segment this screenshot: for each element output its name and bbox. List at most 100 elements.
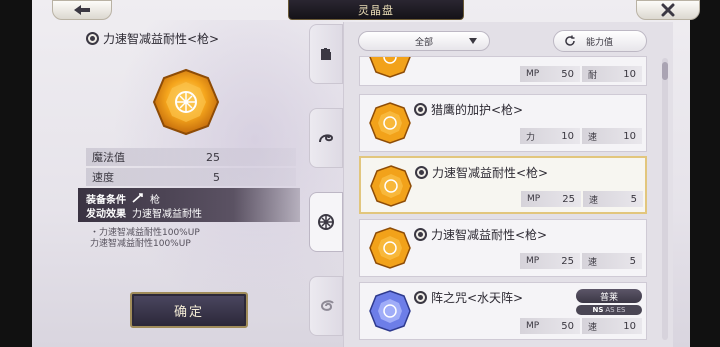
stat-num: 10 bbox=[623, 320, 636, 332]
stat-cell: MP 50 bbox=[520, 318, 580, 334]
filter-dropdown[interactable]: 全部 bbox=[358, 31, 490, 51]
filter-selected-value: 全部 bbox=[414, 37, 433, 48]
item-name-text: 猎鹰的加护<枪> bbox=[431, 103, 524, 117]
crest-icon bbox=[414, 291, 427, 304]
stat-key: 速 bbox=[588, 132, 598, 143]
item-name-text: 力速智减益耐性<枪> bbox=[432, 166, 549, 180]
stat-key: 速 bbox=[588, 322, 598, 333]
list-scrollbar[interactable] bbox=[662, 58, 668, 340]
crest-icon bbox=[415, 166, 428, 179]
stat-value: 25 bbox=[206, 150, 220, 164]
amber-gem-icon bbox=[369, 102, 411, 144]
amber-gem-icon bbox=[369, 57, 411, 78]
equip-condition-row: 装备条件 枪 bbox=[86, 191, 292, 206]
stat-num: 5 bbox=[630, 193, 637, 205]
rarity-badge: 普莱 bbox=[576, 289, 642, 303]
detail-title: 力速智减益耐性<枪> bbox=[86, 30, 219, 47]
left-frame bbox=[0, 0, 32, 347]
stat-key: MP bbox=[526, 69, 540, 79]
back-arrow-icon bbox=[74, 5, 90, 15]
stat-key: MP bbox=[526, 256, 540, 266]
amber-gem-icon bbox=[369, 227, 411, 269]
activate-effect-row: 发动效果 力速智减益耐性 bbox=[86, 205, 292, 220]
tab-swirl[interactable] bbox=[309, 276, 343, 336]
stat-num: 50 bbox=[561, 320, 574, 332]
effect-notes: ・力速智减益耐性100%UP 力速智减益耐性100%UP bbox=[90, 228, 200, 250]
stat-cell: 速 10 bbox=[582, 318, 642, 334]
scroll-thumb[interactable] bbox=[662, 62, 668, 80]
type-tag: AS bbox=[605, 306, 615, 314]
list-item[interactable]: 猎鹰的加护<枪> 力 10 速 10 bbox=[359, 94, 647, 152]
effect-note: ・力速智减益耐性100%UP bbox=[90, 228, 200, 238]
type-tag: ES bbox=[616, 306, 626, 314]
right-frame bbox=[690, 0, 720, 347]
stat-cell: MP 25 bbox=[520, 253, 580, 269]
detail-title-text: 力速智减益耐性<枪> bbox=[103, 32, 220, 46]
stat-cell: MP 25 bbox=[521, 191, 581, 207]
stat-label: 魔法值 bbox=[92, 151, 125, 164]
stat-label: 速度 bbox=[92, 171, 114, 184]
item-name: 力速智减益耐性<枪> bbox=[415, 164, 548, 181]
item-name: 猎鹰的加护<枪> bbox=[414, 101, 523, 118]
stat-num: 5 bbox=[629, 255, 636, 267]
type-tags: NS AS ES bbox=[576, 305, 642, 315]
confirm-button[interactable]: 确定 bbox=[130, 292, 248, 328]
stat-num: 10 bbox=[623, 68, 636, 80]
stat-value: 5 bbox=[213, 170, 220, 184]
crest-icon bbox=[86, 32, 99, 45]
stat-cell: 速 10 bbox=[582, 128, 642, 144]
stat-num: 10 bbox=[623, 130, 636, 142]
list-item[interactable]: 力速智减益耐性<枪> MP 25 速5 bbox=[359, 219, 647, 277]
stat-row: 魔法值 25 bbox=[86, 148, 296, 166]
fist-icon bbox=[321, 48, 331, 60]
list-item[interactable]: 阵之咒<水天阵> 普莱 NS AS ES MP 50 速 10 bbox=[359, 282, 647, 340]
spear-icon bbox=[132, 193, 143, 203]
stat-key: 速 bbox=[588, 257, 598, 268]
list-item[interactable]: MP 50 耐 10 bbox=[359, 56, 647, 86]
crest-icon bbox=[414, 228, 427, 241]
item-stats: MP 25 速5 bbox=[521, 191, 643, 207]
stat-key: MP bbox=[526, 321, 540, 331]
crystal-tab-icon bbox=[318, 214, 334, 230]
stat-num: 50 bbox=[561, 68, 574, 80]
item-stats: 力 10 速 10 bbox=[520, 128, 642, 144]
crystal-gem-icon bbox=[152, 68, 220, 136]
crest-icon bbox=[414, 103, 427, 116]
item-name-text: 阵之咒<水天阵> bbox=[431, 291, 524, 305]
close-button[interactable] bbox=[636, 0, 700, 20]
stat-cell: 速5 bbox=[582, 253, 642, 269]
stat-key: 耐 bbox=[588, 70, 598, 81]
tab-crystal[interactable] bbox=[309, 192, 343, 252]
stat-key: MP bbox=[527, 194, 541, 204]
item-name-text: 力速智减益耐性<枪> bbox=[431, 228, 548, 242]
activate-effect-value: 力速智减益耐性 bbox=[132, 208, 202, 220]
close-icon bbox=[661, 3, 675, 17]
swirl-icon bbox=[320, 300, 334, 311]
item-name: 力速智减益耐性<枪> bbox=[414, 226, 547, 243]
stat-cell: 速5 bbox=[583, 191, 643, 207]
tab-fist[interactable] bbox=[309, 24, 343, 84]
item-stats: MP 50 耐 10 bbox=[520, 66, 642, 82]
sort-button[interactable]: 能力值 bbox=[553, 30, 647, 52]
item-stats: MP 25 速5 bbox=[520, 253, 642, 269]
tab-dragon[interactable] bbox=[309, 108, 343, 168]
equip-condition-label: 装备条件 bbox=[86, 194, 126, 206]
list-item-selected[interactable]: 力速智减益耐性<枪> MP 25 速5 bbox=[359, 156, 647, 214]
stat-num: 25 bbox=[561, 255, 574, 267]
amber-gem-icon bbox=[370, 165, 412, 207]
chevron-down-icon bbox=[469, 38, 477, 44]
stat-key: 力 bbox=[526, 132, 536, 143]
effect-note: 力速智减益耐性100%UP bbox=[90, 239, 191, 249]
window-title: 灵晶盘 bbox=[288, 0, 464, 20]
blue-gem-icon bbox=[369, 290, 411, 332]
stat-row: 速度 5 bbox=[86, 168, 296, 186]
category-tabs bbox=[309, 22, 343, 347]
condition-box: 装备条件 枪 发动效果 力速智减益耐性 bbox=[78, 188, 300, 222]
stat-num: 10 bbox=[561, 130, 574, 142]
equip-condition-value: 枪 bbox=[150, 194, 160, 206]
stat-cell: 力 10 bbox=[520, 128, 580, 144]
sort-label: 能力值 bbox=[586, 37, 614, 48]
dragon-icon bbox=[319, 134, 334, 143]
back-button[interactable] bbox=[52, 0, 112, 20]
stat-num: 25 bbox=[562, 193, 575, 205]
